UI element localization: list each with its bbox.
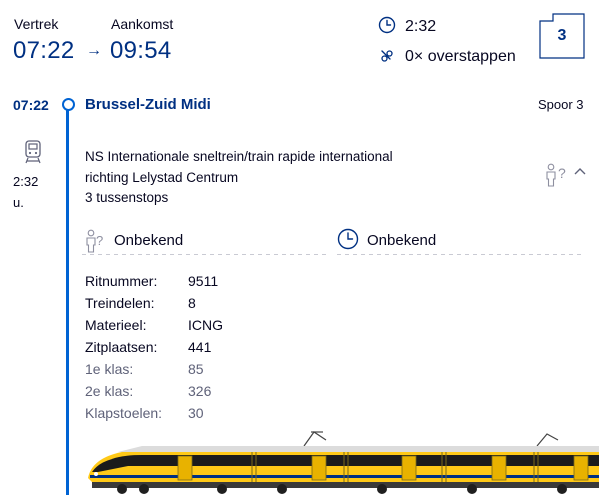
detail-key: Materieel: — [85, 317, 147, 333]
detail-value: 326 — [188, 383, 212, 399]
person-icon — [546, 163, 556, 187]
transfer-icon — [381, 50, 393, 62]
detail-key: Treindelen: — [85, 295, 155, 311]
detail-key: Klapstoelen: — [85, 405, 163, 421]
timeline-stop-marker — [62, 98, 75, 111]
departure-label: Vertrek — [14, 16, 59, 32]
detail-key: 1e klas: — [85, 361, 134, 377]
trip-duration: 2:32 — [405, 18, 437, 35]
leg-duration-unit: u. — [13, 195, 24, 210]
divider — [337, 254, 583, 255]
detail-value: 441 — [188, 339, 212, 355]
platform-label: Spoor 3 — [538, 97, 584, 112]
clock-icon — [378, 16, 396, 34]
detail-key: 2e klas: — [85, 383, 134, 399]
detail-value: ICNG — [188, 317, 223, 333]
transfers-count: 0× overstappen — [405, 48, 516, 65]
departure-time: 07:22 — [13, 37, 75, 64]
punctuality-unknown-label: Onbekend — [367, 232, 437, 249]
detail-value: 30 — [188, 405, 204, 421]
arrival-label: Aankomst — [111, 16, 174, 32]
detail-value: 8 — [188, 295, 196, 311]
train-icon — [25, 140, 41, 164]
train-name: NS Internationale sneltrein/train rapide… — [85, 149, 393, 164]
intermediate-stops[interactable]: 3 tussenstops — [85, 190, 168, 205]
unknown-question-mark: ? — [558, 165, 566, 181]
arrow-right-icon: → — [86, 42, 102, 59]
detail-value: 85 — [188, 361, 204, 377]
crowd-unknown-label: Onbekend — [114, 232, 184, 249]
detail-value: 9511 — [188, 273, 219, 289]
arrival-time: 09:54 — [110, 37, 172, 64]
detail-key: Ritnummer: — [85, 273, 158, 289]
leg-duration: 2:32 — [13, 174, 39, 189]
crowd-level-badge[interactable]: 3 — [539, 13, 585, 59]
train-direction: richting Lelystad Centrum — [85, 170, 239, 185]
divider — [82, 254, 328, 255]
stop-time: 07:22 — [13, 97, 49, 113]
clock-icon — [337, 228, 359, 250]
timeline-line — [66, 110, 69, 495]
crowd-level-value: 3 — [557, 27, 567, 44]
train-illustration — [88, 431, 599, 494]
chevron-up-icon[interactable] — [573, 166, 587, 176]
crowd-question-mark: ? — [96, 233, 104, 248]
stop-station-name[interactable]: Brussel-Zuid Midi — [85, 96, 211, 113]
detail-key: Zitplaatsen: — [85, 339, 158, 355]
